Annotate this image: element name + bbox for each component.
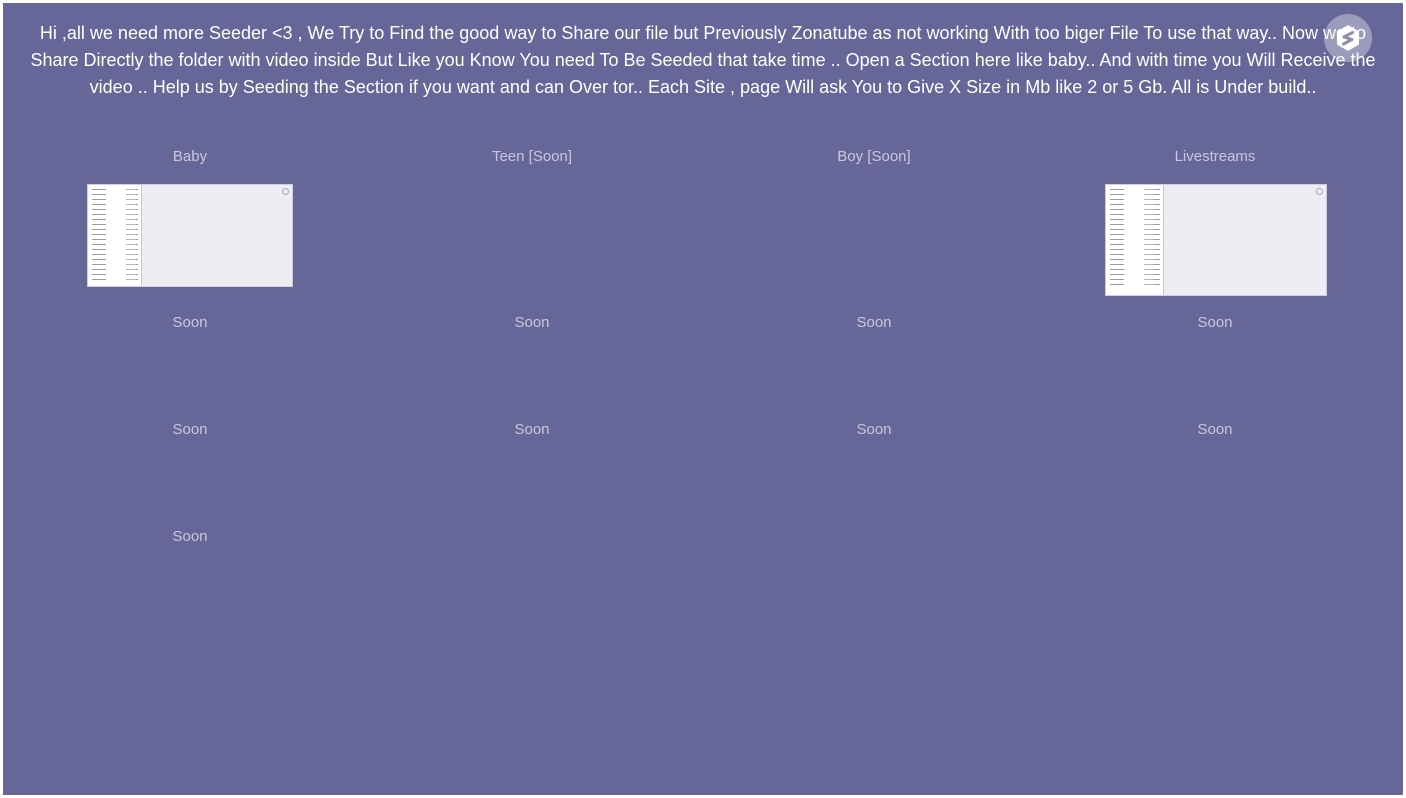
thumbnail-settings-icon <box>282 188 289 195</box>
baby-preview-thumbnail[interactable] <box>87 184 293 287</box>
section-link-baby[interactable]: Baby <box>40 148 340 166</box>
soon-placeholder: Soon <box>172 421 208 438</box>
section-link-livestreams[interactable]: Livestreams <box>1065 148 1365 166</box>
thumbnail-file-list <box>1106 185 1165 295</box>
soon-placeholder: Soon <box>514 314 550 331</box>
soon-placeholder: Soon <box>514 421 550 438</box>
soon-placeholder: Soon <box>172 314 208 331</box>
soon-placeholder: Soon <box>1197 421 1233 438</box>
section-link-boy[interactable]: Boy [Soon] <box>724 148 1024 166</box>
intro-message: Hi ,all we need more Seeder <3 , We Try … <box>30 23 1376 97</box>
page-frame: Hi ,all we need more Seeder <3 , We Try … <box>3 3 1403 795</box>
soon-placeholder: Soon <box>172 528 208 545</box>
soon-placeholder: Soon <box>856 421 892 438</box>
livestreams-preview-thumbnail[interactable] <box>1105 184 1327 296</box>
hexagon-s-logo-icon[interactable] <box>1324 14 1372 62</box>
soon-placeholder: Soon <box>1197 314 1233 331</box>
thumbnail-settings-icon <box>1316 188 1323 195</box>
soon-placeholder: Soon <box>856 314 892 331</box>
section-link-teen[interactable]: Teen [Soon] <box>382 148 682 166</box>
thumbnail-file-list <box>88 185 143 286</box>
